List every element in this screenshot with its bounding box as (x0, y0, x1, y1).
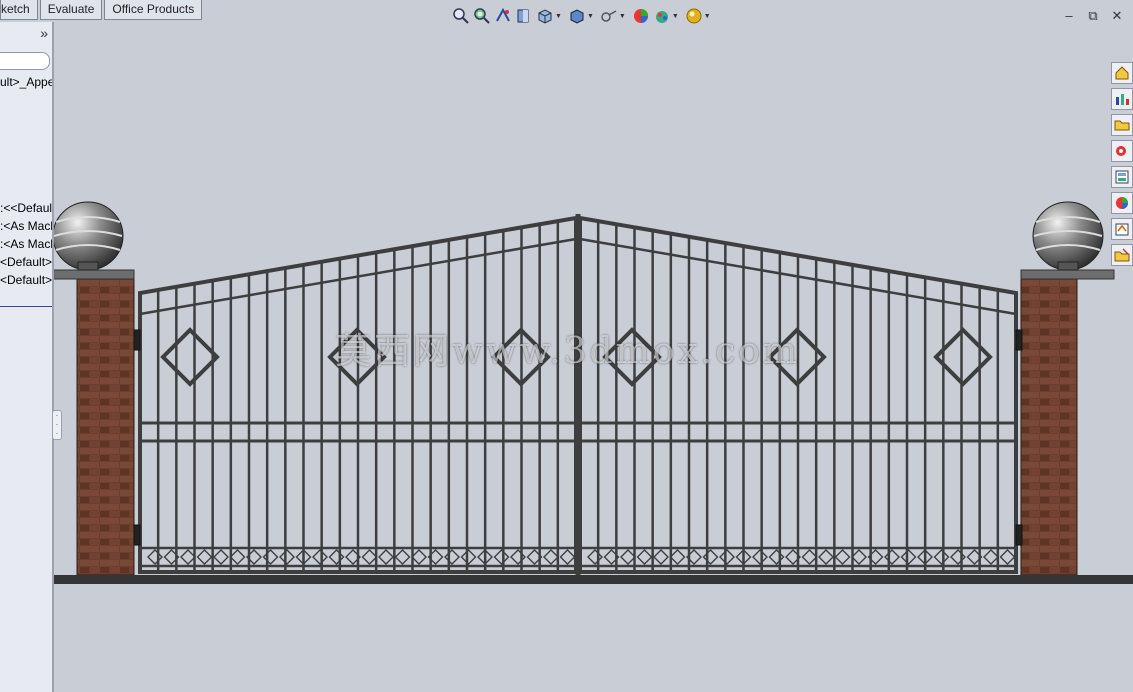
recent-folder-icon[interactable] (1111, 244, 1133, 266)
lattice-diamond (444, 549, 460, 565)
lattice-diamond (752, 549, 768, 565)
hinge (133, 329, 141, 351)
chevron-down-icon[interactable]: ▼ (587, 13, 594, 20)
lattice-diamond (543, 549, 559, 565)
left-pillar (54, 201, 135, 576)
lattice-diamond (262, 549, 279, 565)
view-toolbar: ▼ ▼ ▼ ▼ ▼ (452, 6, 714, 26)
lattice-diamond (587, 549, 603, 565)
tab-office-products[interactable]: Office Products (104, 0, 203, 20)
feature-manager-pane: » ult>_Appe :<<Defaul :<As Macl :<As Mac… (0, 22, 54, 692)
lattice-diamond (559, 549, 576, 565)
lattice-diamond (983, 549, 999, 565)
tab-sketch[interactable]: ketch (0, 0, 38, 20)
search-icon[interactable] (1111, 140, 1133, 162)
lattice-diamond (460, 549, 477, 565)
ground-slab (54, 575, 1133, 584)
task-pane (1111, 62, 1133, 270)
lattice-diamond (312, 549, 328, 565)
tree-item[interactable]: <Default> (0, 255, 52, 269)
previous-view-icon[interactable] (494, 7, 512, 25)
lattice-diamond (378, 549, 394, 565)
design-library-icon[interactable] (1111, 88, 1133, 110)
chevron-down-icon[interactable]: ▼ (704, 13, 711, 20)
lattice-diamond (653, 549, 669, 565)
lattice-diamond (900, 549, 917, 565)
minimize-button[interactable]: – (1061, 8, 1077, 24)
lattice-diamond (702, 549, 719, 565)
lattice-diamond (719, 549, 735, 565)
pane-splitter-handle[interactable]: · · · (52, 410, 62, 440)
chevron-down-icon[interactable]: ▼ (672, 13, 679, 20)
pane-header: » (0, 22, 52, 48)
lattice-diamond (229, 549, 246, 565)
lattice-diamond (411, 549, 427, 565)
diamond-ornament (160, 327, 220, 387)
lattice-diamond (950, 549, 966, 565)
lattice-diamond (834, 549, 851, 565)
edit-appearance-icon[interactable] (632, 7, 650, 25)
lattice-diamond (328, 549, 345, 565)
tree-item[interactable]: :<As Macl (0, 237, 52, 251)
lattice-diamond (493, 549, 510, 565)
close-button[interactable]: ✕ (1109, 8, 1125, 24)
section-view-icon[interactable] (515, 7, 533, 25)
right-pillar (1020, 201, 1115, 576)
appearances-icon[interactable] (1111, 192, 1133, 214)
lattice-diamond (801, 549, 818, 565)
feature-filter-input[interactable] (0, 52, 50, 70)
expand-pane-icon[interactable]: » (40, 25, 48, 41)
chevron-down-icon[interactable]: ▼ (555, 13, 562, 20)
lattice-diamond (147, 549, 163, 565)
hinge (133, 524, 141, 546)
command-manager-tabs: ketch Evaluate Office Products (0, 0, 204, 20)
custom-properties-icon[interactable] (1111, 218, 1133, 240)
view-palette-icon[interactable] (1111, 166, 1133, 188)
gate-leaves (133, 214, 1023, 575)
lattice-diamond (999, 549, 1016, 565)
lattice-diamond (361, 549, 378, 565)
zoom-to-area-icon[interactable] (473, 7, 491, 25)
tree-item[interactable]: <Default> (0, 273, 52, 287)
tab-evaluate[interactable]: Evaluate (39, 0, 103, 20)
watermark-text: 莫西网www.3dmox.com (335, 331, 801, 372)
lattice-diamond (768, 549, 785, 565)
hinge (1015, 329, 1023, 351)
zoom-to-fit-icon[interactable] (452, 7, 470, 25)
window-controls: – ⧉ ✕ (1061, 8, 1125, 24)
lattice-diamond (636, 549, 653, 565)
display-style-icon[interactable] (568, 7, 586, 25)
lattice-diamond (394, 549, 411, 565)
lattice-diamond (196, 549, 213, 565)
lattice-diamond (818, 549, 834, 565)
tree-item[interactable]: :<<Defaul (0, 201, 52, 215)
apply-scene-icon[interactable] (653, 7, 671, 25)
rollback-bar[interactable] (0, 306, 52, 307)
lattice-diamond (884, 549, 900, 565)
hide-show-items-icon[interactable] (600, 7, 618, 25)
lattice-diamond (213, 549, 229, 565)
home-icon[interactable] (1111, 62, 1133, 84)
lattice-diamond (510, 549, 526, 565)
lattice-diamond (933, 549, 950, 565)
lattice-diamond (620, 549, 636, 565)
view-orientation-icon[interactable] (536, 7, 554, 25)
lattice-diamond (180, 549, 196, 565)
view-settings-icon[interactable] (685, 7, 703, 25)
tree-item[interactable]: :<As Macl (0, 219, 52, 233)
chevron-down-icon[interactable]: ▼ (619, 13, 626, 20)
lattice-diamond (279, 549, 295, 565)
tree-item[interactable]: ult>_Appe (0, 75, 52, 89)
file-explorer-icon[interactable] (1111, 114, 1133, 136)
lattice-diamond (851, 549, 867, 565)
hinge (1015, 524, 1023, 546)
lattice-diamond (669, 549, 686, 565)
restore-button[interactable]: ⧉ (1085, 8, 1101, 24)
